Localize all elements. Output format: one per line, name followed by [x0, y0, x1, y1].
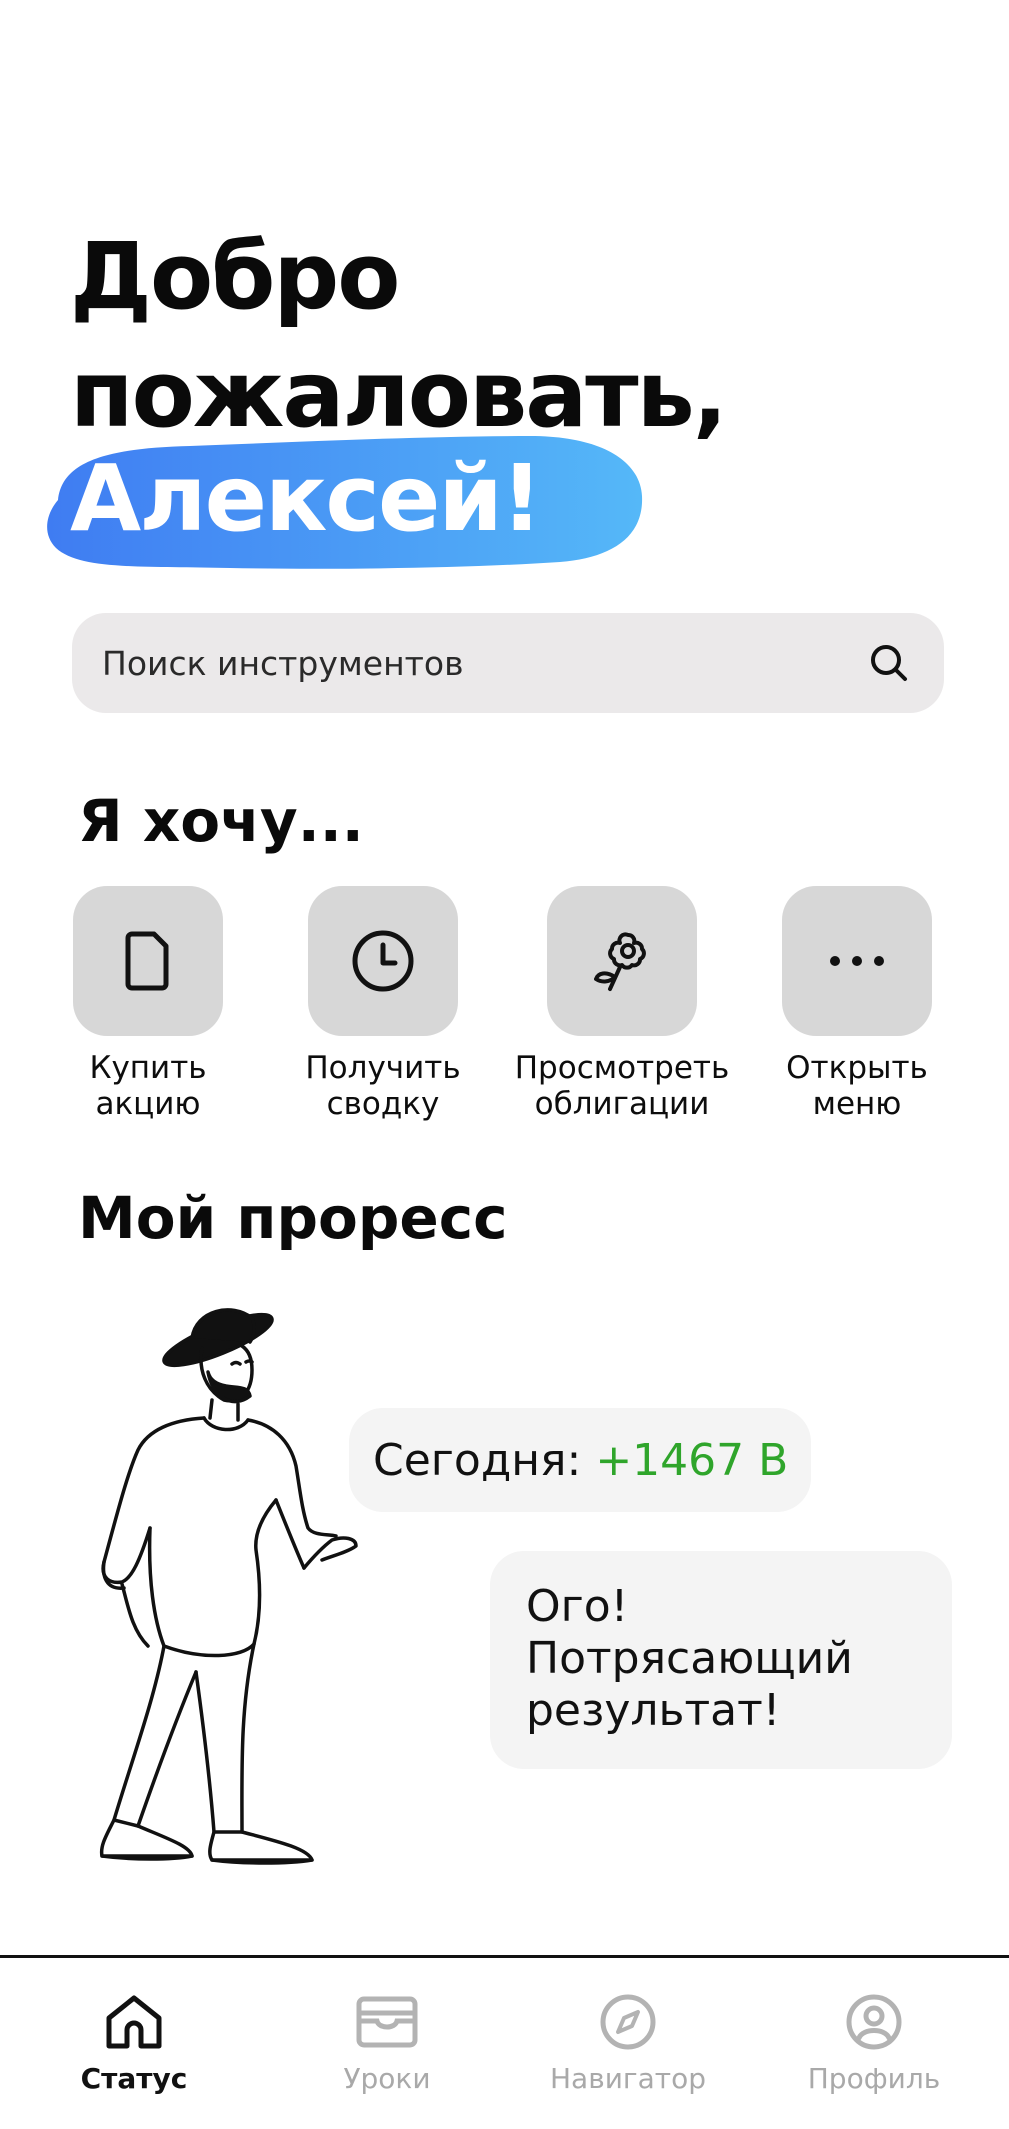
tab-navigator-label: Навигатор	[550, 2062, 706, 2095]
bottom-tab-bar: Статус Уроки Навигатор Профиль	[0, 1955, 1009, 2129]
praise-bubble: Ого! Потрясающий результат!	[490, 1551, 952, 1769]
today-value: +1467 В	[595, 1434, 789, 1486]
more-dots-icon	[830, 956, 884, 966]
view-bonds-button[interactable]: Просмотреть облигации	[507, 886, 737, 1122]
tab-lessons[interactable]: Уроки	[287, 1990, 487, 2095]
get-summary-label: Получить сводку	[305, 1050, 461, 1122]
profile-icon	[846, 1994, 902, 2050]
person-illustration	[99, 1308, 358, 1865]
search-input[interactable]	[102, 643, 864, 683]
open-menu-label: Открыть меню	[786, 1050, 928, 1122]
tab-navigator[interactable]: Навигатор	[528, 1990, 728, 2095]
buy-stock-button[interactable]: Купить акцию	[33, 886, 263, 1122]
get-summary-button[interactable]: Получить сводку	[268, 886, 498, 1122]
view-bonds-tile[interactable]	[547, 886, 697, 1036]
tab-status[interactable]: Статус	[34, 1990, 234, 2095]
open-menu-button[interactable]: Открыть меню	[742, 886, 972, 1122]
document-icon	[125, 931, 169, 991]
home-icon	[106, 1995, 162, 2049]
view-bonds-label: Просмотреть облигации	[514, 1050, 730, 1122]
inbox-icon	[356, 1996, 418, 2048]
get-summary-tile[interactable]	[308, 886, 458, 1036]
flower-icon	[594, 932, 646, 991]
user-name: Алексей!	[70, 445, 543, 552]
progress-title: Мой проресс	[78, 1184, 508, 1252]
open-menu-tile[interactable]	[782, 886, 932, 1036]
today-result-bubble: Сегодня: +1467 В	[349, 1408, 811, 1512]
search-icon[interactable]	[864, 638, 914, 688]
tab-status-label: Статус	[80, 2062, 188, 2095]
praise-line-2: Потрясающий	[526, 1633, 853, 1684]
compass-icon	[600, 1994, 656, 2050]
praise-line-1: Ого!	[526, 1581, 629, 1632]
buy-stock-tile[interactable]	[73, 886, 223, 1036]
buy-stock-label: Купить акцию	[89, 1050, 207, 1122]
greeting-line-1: Добро	[70, 223, 400, 330]
clock-icon	[352, 930, 414, 992]
tab-profile[interactable]: Профиль	[774, 1990, 974, 2095]
user-name-highlight: Алексей!	[40, 430, 644, 572]
actions-title: Я хочу...	[78, 787, 364, 855]
tab-lessons-label: Уроки	[343, 2062, 431, 2095]
praise-line-3: результат!	[526, 1685, 781, 1736]
greeting-heading: Добро пожаловать,	[70, 218, 728, 454]
search-bar[interactable]	[72, 613, 944, 713]
today-label: Сегодня:	[373, 1434, 582, 1486]
tab-profile-label: Профиль	[807, 2062, 941, 2095]
